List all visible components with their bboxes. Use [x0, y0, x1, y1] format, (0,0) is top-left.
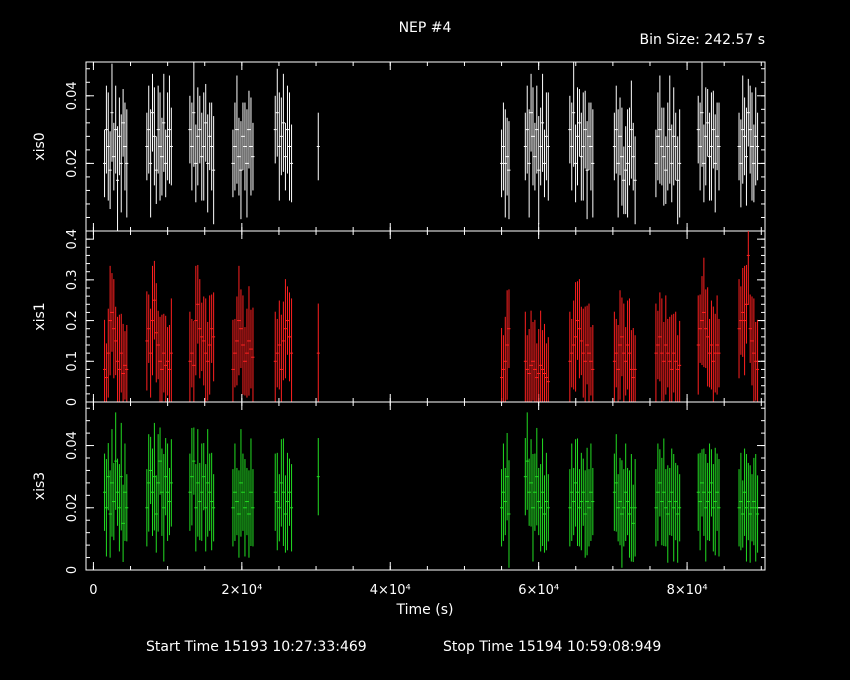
y-tick-label: 0.04 — [65, 431, 80, 460]
bin-size-label: Bin Size: 242.57 s — [640, 32, 765, 48]
y-tick-label: 0.02 — [65, 493, 80, 522]
light-curve-chart: NEP #4 Bin Size: 242.57 s 0.020.04xis000… — [32, 20, 766, 655]
y-axis-label: xis3 — [32, 472, 48, 500]
panel-xis3: 0 0.02 0.04 xis3 — [32, 401, 766, 574]
y-tick-label: 0.02 — [65, 149, 80, 178]
y-axis-label: xis0 — [32, 132, 48, 160]
panel-xis0: 0.02 0.04 xis0 — [32, 61, 766, 232]
y-tick-label: 0.3 — [65, 270, 80, 291]
x-tick-label: 8×10⁴ — [667, 583, 708, 598]
start-time-label: Start Time 15193 10:27:33:469 — [146, 639, 367, 655]
panel-frame — [85, 230, 766, 403]
x-tick-label: 2×10⁴ — [221, 583, 262, 598]
chart-title: NEP #4 — [399, 20, 452, 36]
y-tick-label: 0.1 — [65, 351, 80, 372]
panel-frame — [85, 401, 766, 571]
y-tick-label: 0.4 — [65, 229, 80, 250]
x-axis-label: Time (s) — [396, 602, 454, 618]
y-axis-label: xis1 — [32, 302, 48, 330]
x-tick-label: 0 — [89, 583, 97, 598]
y-tick-label: 0.2 — [65, 310, 80, 331]
panel-xis1: 0 0.1 0.2 0.3 0.4 xis1 — [32, 229, 766, 406]
y-tick-label: 0.04 — [65, 81, 80, 110]
y-tick-label: 0 — [65, 398, 80, 406]
stop-time-label: Stop Time 15194 10:59:08:949 — [443, 639, 661, 655]
y-tick-label: 0 — [65, 566, 80, 574]
x-tick-label: 6×10⁴ — [518, 583, 559, 598]
x-tick-label: 4×10⁴ — [370, 583, 411, 598]
plot-area: 0.02 0.04 xis0 0 0.1 0.2 0.3 0.4 xis1 0 0.02 0.04 xi… — [32, 61, 766, 598]
